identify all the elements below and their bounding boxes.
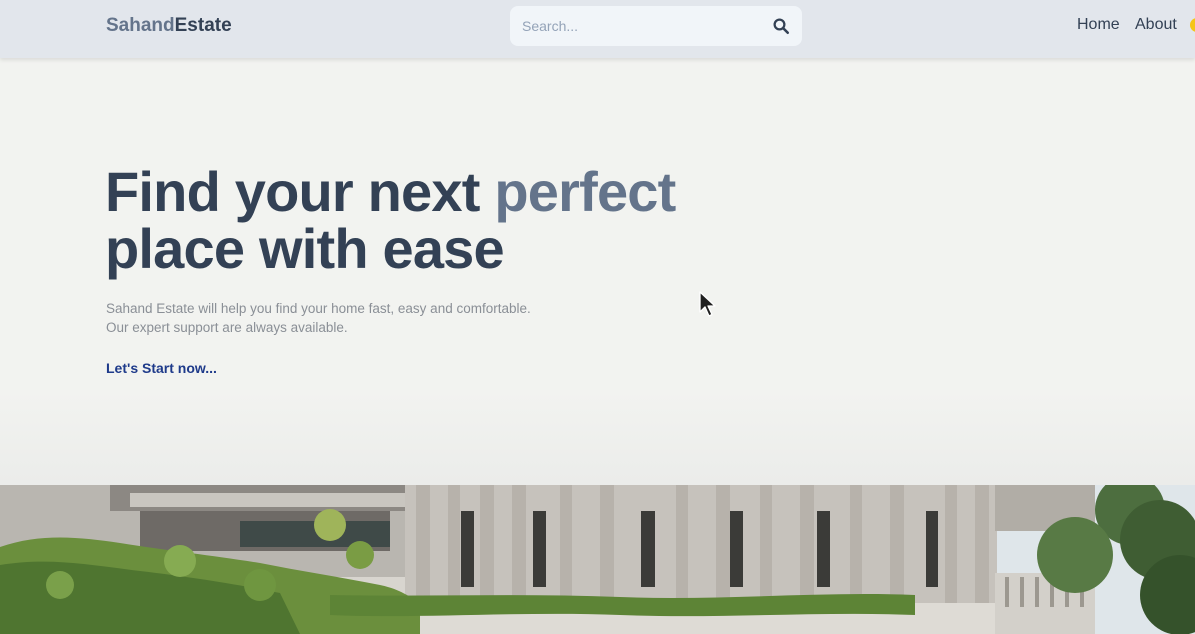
nav-about-link[interactable]: About [1135, 16, 1177, 34]
search-form [510, 6, 802, 46]
logo-part-sahand: Sahand [106, 15, 175, 36]
search-icon[interactable] [772, 17, 790, 35]
hero-title: Find your next perfect place with ease [105, 163, 676, 277]
hero-description: Sahand Estate will help you find your ho… [106, 299, 531, 337]
property-photo [0, 485, 1195, 634]
site-header: SahandEstate Home About [0, 0, 1195, 58]
mouse-pointer-icon [699, 291, 716, 317]
hero-title-line1: Find your next [105, 160, 495, 223]
nav-home-link[interactable]: Home [1077, 16, 1120, 34]
avatar[interactable] [1190, 18, 1195, 32]
hero-description-line2: Our expert support are always available. [106, 320, 348, 335]
logo-part-estate: Estate [174, 15, 232, 36]
hero-description-line1: Sahand Estate will help you find your ho… [106, 301, 531, 316]
logo[interactable]: SahandEstate [106, 15, 232, 37]
hero-title-line2: place with ease [105, 217, 505, 280]
start-now-link[interactable]: Let's Start now... [106, 360, 217, 376]
search-input[interactable] [510, 6, 762, 46]
hero-title-accent: perfect [494, 160, 676, 223]
house-image [0, 485, 1195, 634]
